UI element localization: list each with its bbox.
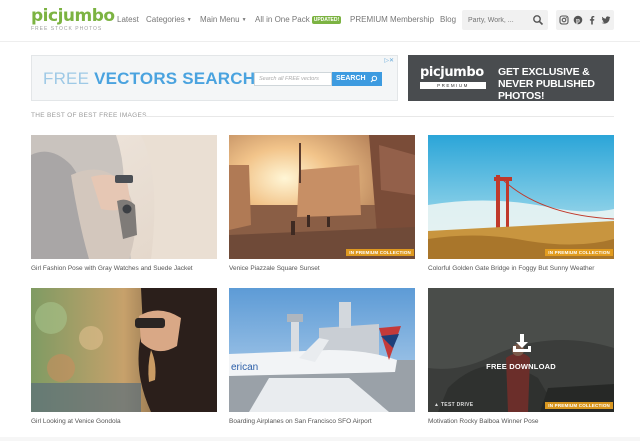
photo-thumbnail[interactable] [31,288,217,412]
section-title: THE BEST OF BEST FREE IMAGES [31,112,147,119]
premium-ad-banner[interactable]: picjumbo PREMIUM GET EXCLUSIVE & NEVER P… [408,55,614,101]
premium-collection-badge: IN PREMIUM COLLECTION [545,402,613,409]
test-drive-label: ▲ TEST DRIVE [434,402,473,408]
svg-text:erican: erican [231,362,258,373]
photo-thumbnail[interactable]: IN PREMIUM COLLECTION [428,135,614,259]
photo-caption[interactable]: Boarding Airplanes on San Francisco SFO … [229,418,372,425]
chevron-down-icon: ▼ [241,17,247,23]
site-logo[interactable]: picjumbo FREE STOCK PHOTOS [31,7,115,32]
nav-categories-label: Categories [146,15,185,24]
social-links: p [556,10,614,30]
search-box [462,10,548,30]
nav-blog[interactable]: Blog [440,15,456,24]
ad-title-bold: VECTORS SEARCH [94,69,256,88]
photo-thumbnail[interactable]: erican [229,288,415,412]
ad-choices-icon[interactable]: ▷✕ [384,57,394,64]
search-icon [370,75,378,83]
page-bottom-strip [0,437,640,441]
photo-thumbnail[interactable]: IN PREMIUM COLLECTION [229,135,415,259]
facebook-icon[interactable] [587,15,597,25]
instagram-icon[interactable] [559,15,569,25]
nav-premium-membership[interactable]: PREMIUM Membership [350,15,434,24]
photo-caption[interactable]: Venice Piazzale Square Sunset [229,265,320,272]
updated-badge: UPDATED! [311,16,342,24]
photo-thumbnail[interactable] [31,135,217,259]
nav-all-in-one-pack[interactable]: All in One Pack UPDATED! [255,15,342,24]
premium-ad-message: GET EXCLUSIVE & NEVER PUBLISHED PHOTOS! [498,66,595,101]
nav-all-in-one-label: All in One Pack [255,15,310,24]
search-input[interactable] [468,14,530,26]
nav-main-menu-label: Main Menu [200,15,240,24]
photo-caption[interactable]: Motivation Rocky Balboa Winner Pose [428,418,539,425]
photo-caption[interactable]: Girl Fashion Pose with Gray Watches and … [31,265,193,272]
ad-title-light: FREE [43,69,95,88]
nav-blog-label: Blog [440,15,457,24]
premium-ad-logo: picjumbo [420,65,484,80]
twitter-icon[interactable] [601,15,611,25]
test-drive-text: TEST DRIVE [440,402,474,408]
nav-latest[interactable]: Latest [117,15,139,24]
nav-premium-label: PREMIUM Membership [350,15,435,24]
nav-categories[interactable]: Categories ▼ [146,15,192,24]
photo-thumbnail[interactable]: FREE DOWNLOAD ▲ TEST DRIVE IN PREMIUM CO… [428,288,614,412]
vector-search-input[interactable]: Search all FREE vectors [254,72,332,86]
lock-icon: ▲ [434,402,441,408]
pinterest-icon[interactable]: p [573,15,583,25]
photo-caption[interactable]: Colorful Golden Gate Bridge in Foggy But… [428,265,594,272]
free-vectors-title: FREE VECTORS SEARCH [43,69,255,89]
nav-latest-label: Latest [117,15,139,24]
premium-collection-badge: IN PREMIUM COLLECTION [346,249,414,256]
logo-wordmark: picjumbo [31,6,115,26]
photo-caption[interactable]: Girl Looking at Venice Gondola [31,418,121,425]
chevron-down-icon: ▼ [186,17,192,23]
premium-collection-badge: IN PREMIUM COLLECTION [545,249,613,256]
free-download-label[interactable]: FREE DOWNLOAD [428,362,614,371]
vector-search-button[interactable]: SEARCH [332,72,382,86]
site-header: picjumbo FREE STOCK PHOTOS Latest Catego… [0,0,640,42]
logo-tagline: FREE STOCK PHOTOS [31,26,103,32]
premium-ad-logo-bar: PREMIUM [420,82,486,89]
vector-search-button-label: SEARCH [336,75,366,82]
free-vectors-ad[interactable]: FREE VECTORS SEARCH Search all FREE vect… [31,55,398,101]
download-icon[interactable] [511,332,533,354]
search-icon[interactable] [532,14,544,26]
section-divider [143,116,614,117]
svg-text:p: p [576,17,580,25]
nav-main-menu[interactable]: Main Menu ▼ [200,15,247,24]
